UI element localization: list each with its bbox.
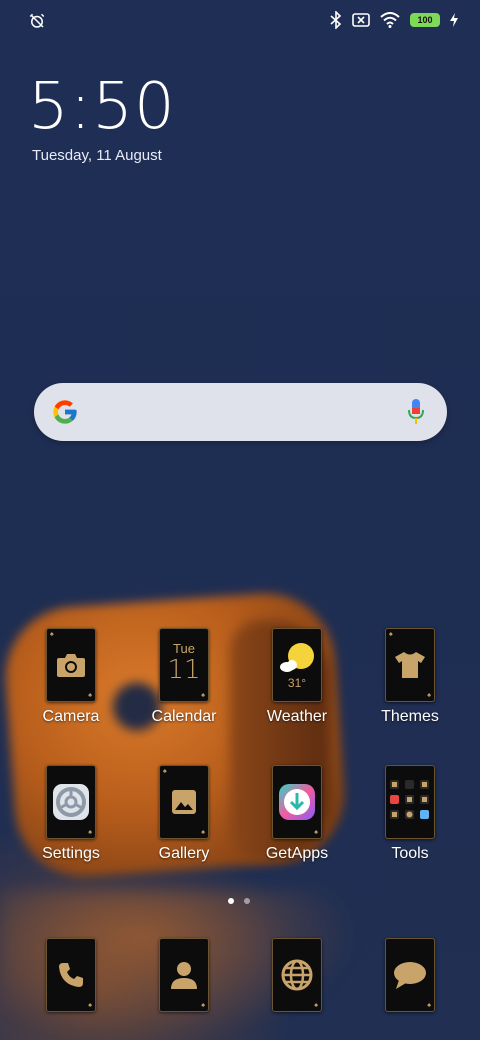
app-camera[interactable]: ♠ ♠ Camera [16,628,126,726]
app-label: Gallery [158,845,210,862]
calendar-date: 11 [167,654,201,685]
battery-indicator: 100 [410,13,440,27]
mic-icon[interactable] [407,398,425,426]
calendar-icon: ♠ Tue 11 [159,628,209,702]
app-label: GetApps [265,845,329,862]
app-settings[interactable]: ♠ Settings [16,765,126,863]
app-themes[interactable]: ♠ ♠ Themes [355,628,465,726]
dock-contacts[interactable]: ♠ [129,938,239,1012]
app-calendar[interactable]: ♠ Tue 11 Calendar [129,628,239,726]
contacts-icon: ♠ [159,938,209,1012]
phone-icon: ♠ [46,938,96,1012]
bluetooth-icon [330,11,342,29]
gallery-icon: ♠ ♠ [159,765,209,839]
app-label: Calendar [151,708,217,725]
app-tools-folder[interactable]: Tools [355,765,465,863]
dock-phone[interactable]: ♠ [16,938,126,1012]
browser-icon: ♠ [272,938,322,1012]
app-gallery[interactable]: ♠ ♠ Gallery [129,765,239,863]
calendar-day: Tue [173,640,195,656]
shirt-icon: ♠ ♠ [385,628,435,702]
app-label: Camera [42,708,100,725]
battery-level: 100 [417,15,433,25]
page-indicator [228,898,250,904]
page-dot [244,898,250,904]
getapps-icon: ♠ [272,765,322,839]
clock-widget-time[interactable]: 5:50 [28,70,176,144]
google-logo-icon [53,400,77,424]
app-label: Themes [381,708,439,725]
dock-messages[interactable]: ♠ [355,938,465,1012]
status-bar: 100 [0,0,480,44]
alarm-off-icon [29,13,45,28]
dock-browser[interactable]: ♠ [242,938,352,1012]
app-weather[interactable]: 31° Weather [242,628,352,726]
weather-icon: 31° [272,628,322,702]
wifi-icon [380,12,400,28]
tools-folder-icon [385,765,435,839]
google-search-bar[interactable] [34,383,447,441]
camera-icon: ♠ ♠ [46,628,96,702]
app-getapps[interactable]: ♠ GetApps [242,765,352,863]
messages-icon: ♠ [385,938,435,1012]
bolt-icon [450,13,458,27]
sim-x-icon [352,13,370,27]
settings-icon: ♠ [46,765,96,839]
page-dot-active [228,898,234,904]
app-label: Tools [391,845,429,862]
weather-temp: 31° [287,675,307,690]
app-label: Settings [42,845,100,862]
app-label: Weather [266,708,328,725]
clock-widget-date[interactable]: Tuesday, 11 August [32,147,162,164]
